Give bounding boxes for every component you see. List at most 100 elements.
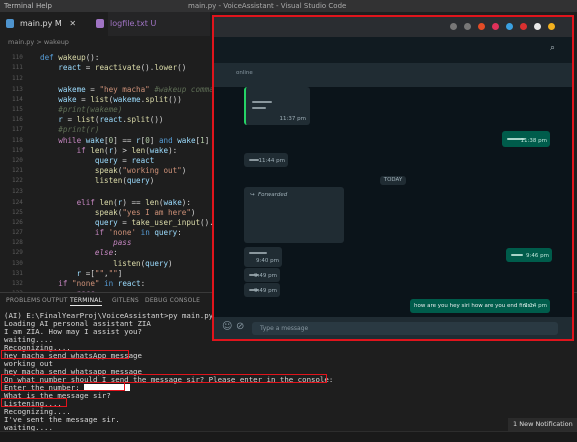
message-time: 11:44 pm xyxy=(258,158,285,164)
code-line: def wakeup(): xyxy=(40,53,100,62)
tab-debug-console[interactable]: DEBUG CONSOLE xyxy=(145,297,200,304)
tab-main-py-label: main.py M xyxy=(20,19,62,28)
tab-logfile[interactable]: logfile.txt U xyxy=(90,12,220,36)
line-number: 130 xyxy=(12,260,23,267)
code-line: query = react xyxy=(94,156,155,165)
extension-icon[interactable] xyxy=(506,23,513,30)
message-time: 9:49 pm xyxy=(254,288,277,294)
message-time: 11:38 pm xyxy=(520,138,547,144)
text-file-icon xyxy=(96,19,104,28)
code-line: r =["",""] xyxy=(76,269,123,278)
message-time: 9:14 pm xyxy=(524,303,547,309)
code-line: #print(wakeme) xyxy=(58,105,123,114)
highlight-box xyxy=(1,382,125,391)
code-line: elif len(r) == len(wake): xyxy=(76,198,191,207)
extension-icon[interactable] xyxy=(478,23,485,30)
notification-text: 1 New Notification xyxy=(513,420,573,428)
message-bubble-in[interactable]: 11:44 pm xyxy=(244,153,288,167)
code-line: if 'none' in query: xyxy=(94,228,182,237)
line-number: 119 xyxy=(12,147,23,154)
highlight-box xyxy=(1,350,129,359)
date-chip-label: TODAY xyxy=(383,177,403,183)
tab-terminal[interactable]: TERMINAL xyxy=(70,297,103,306)
editor-tabs: main.py M ✕ logfile.txt U xyxy=(0,12,210,36)
line-number: 110 xyxy=(12,54,23,61)
message-time: 9:49 pm xyxy=(254,273,277,279)
menu-help[interactable]: Help xyxy=(36,2,52,10)
window-title: main.py - VoiceAssistant - Visual Studio… xyxy=(188,2,347,10)
code-line: #print(r) xyxy=(58,125,100,134)
breadcrumb-path[interactable]: main.py > wakeup xyxy=(8,38,69,46)
attach-icon[interactable]: ⊘ xyxy=(236,321,244,332)
line-number: 128 xyxy=(12,239,23,246)
message-input-placeholder: Type a message xyxy=(260,325,309,332)
code-line: speak("working out") xyxy=(94,166,187,175)
forward-icon: ↪ xyxy=(250,192,255,198)
line-number: 123 xyxy=(12,188,23,195)
line-number: 122 xyxy=(12,177,23,184)
forwarded-label: Forwarded xyxy=(258,192,288,198)
python-file-icon xyxy=(6,19,14,28)
line-number: 118 xyxy=(12,137,23,144)
search-icon[interactable]: ⌕ xyxy=(550,43,555,53)
highlight-box xyxy=(1,398,67,407)
message-bubble-out[interactable]: 9:46 pm xyxy=(506,248,552,262)
status-bar xyxy=(0,431,577,442)
line-number: 115 xyxy=(12,106,23,113)
last-message-text: how are you hey siri how are you end fin… xyxy=(414,303,534,309)
extension-icon[interactable] xyxy=(534,23,541,30)
code-line: pass xyxy=(113,238,132,247)
code-line: r = list(react.split()) xyxy=(58,115,164,124)
chat-header: online xyxy=(214,63,572,87)
message-time: 9:40 pm xyxy=(256,258,279,264)
last-message-bubble[interactable]: how are you hey siri how are you end fin… xyxy=(410,299,550,313)
line-number: 132 xyxy=(12,280,23,287)
browser-toolbar xyxy=(214,17,572,37)
line-number: 121 xyxy=(12,167,23,174)
date-chip: TODAY xyxy=(380,176,406,185)
line-number: 131 xyxy=(12,270,23,277)
emoji-icon[interactable]: ☺ xyxy=(222,321,232,332)
tab-gitlens[interactable]: GITLENS xyxy=(112,297,139,304)
forwarded-message[interactable]: ↪ Forwarded xyxy=(244,187,344,243)
menu-terminal[interactable]: Terminal xyxy=(4,2,34,10)
title-bar: Terminal Help main.py - VoiceAssistant -… xyxy=(0,0,577,12)
message-bubble-in[interactable]: 9:49 pm xyxy=(244,283,280,297)
message-input[interactable]: Type a message xyxy=(252,322,558,335)
message-bubble-out[interactable]: 11:38 pm xyxy=(502,131,550,147)
line-number: 124 xyxy=(12,199,23,206)
code-line: if len(r) > len(wake): xyxy=(76,146,178,155)
code-line: wakeme = "hey macha" #wakeup command xyxy=(58,85,223,94)
close-icon[interactable]: ✕ xyxy=(69,19,76,28)
contact-status: online xyxy=(236,70,253,76)
extension-icon[interactable] xyxy=(492,23,499,30)
line-number: 113 xyxy=(12,86,23,93)
message-bubble-in[interactable]: 11:37 pm xyxy=(244,87,310,125)
line-number: 129 xyxy=(12,249,23,256)
tab-output[interactable]: OUTPUT xyxy=(42,297,68,304)
whatsapp-window: ⌕ online 11:37 pm 11:38 pm 11:44 pm TODA… xyxy=(212,15,574,341)
message-bubble-in[interactable]: 9:40 pm xyxy=(244,247,282,267)
code-editor[interactable]: 110 111 112 113 114 115 116 117 118 119 120 121 122 1… xyxy=(0,48,250,298)
code-line: react = reactivate().lower() xyxy=(58,63,187,72)
profile-icon[interactable] xyxy=(548,23,555,30)
message-composer: ☺ ⊘ Type a message xyxy=(214,317,572,339)
extension-icon[interactable] xyxy=(450,23,457,30)
extension-icon[interactable] xyxy=(464,23,471,30)
tab-problems[interactable]: PROBLEMS xyxy=(6,297,40,304)
line-number: 114 xyxy=(12,96,23,103)
extension-icon[interactable] xyxy=(520,23,527,30)
notification-toast[interactable]: 1 New Notification xyxy=(508,418,577,431)
line-number: 112 xyxy=(12,75,23,82)
code-line: if "none" in react: xyxy=(58,279,146,288)
message-bubble-in[interactable]: 9:49 pm xyxy=(244,268,280,282)
line-number: 120 xyxy=(12,157,23,164)
line-number: 127 xyxy=(12,229,23,236)
chat-area[interactable]: 11:37 pm 11:38 pm 11:44 pm TODAY ↪ Forwa… xyxy=(214,87,572,317)
code-line: wake = list(wakeme.split()) xyxy=(58,95,182,104)
message-time: 11:37 pm xyxy=(279,116,306,122)
line-number: 126 xyxy=(12,219,23,226)
code-line: listen(query) xyxy=(94,176,155,185)
line-number-gutter: 110 111 112 113 114 115 116 117 118 119 120 121 122 1… xyxy=(0,48,36,297)
line-number: 125 xyxy=(12,209,23,216)
